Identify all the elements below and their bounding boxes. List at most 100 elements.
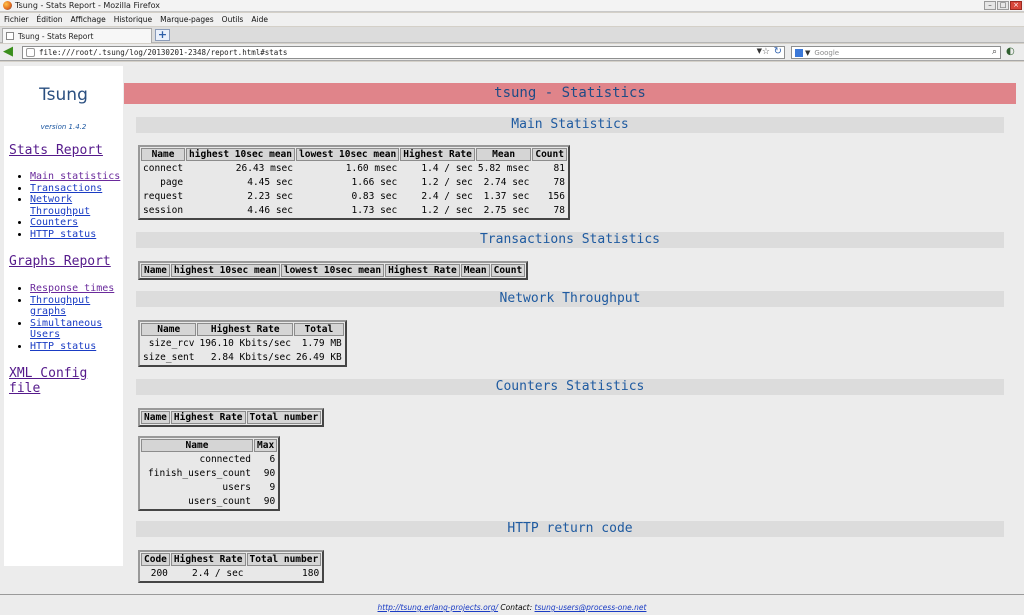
throughput-graphs-link[interactable]: Throughput xyxy=(30,295,90,306)
tab-stats-report[interactable]: Tsung - Stats Report xyxy=(2,28,152,43)
window-controls: – □ × xyxy=(984,1,1022,10)
back-arrow-icon[interactable]: ◀ xyxy=(3,45,17,59)
menu-outils[interactable]: Outils xyxy=(222,15,244,24)
xml-config-line2[interactable]: file xyxy=(9,381,40,396)
menu-marque-pages[interactable]: Marque-pages xyxy=(160,15,214,24)
cell: 78 xyxy=(553,205,565,216)
cell: page xyxy=(160,177,184,188)
table-header-row: Name Highest Rate Total number xyxy=(141,411,322,424)
response-times-link[interactable]: Response times xyxy=(30,283,114,294)
cell: users xyxy=(222,482,251,493)
col-highest-rate: Highest Rate xyxy=(400,148,475,161)
xml-config-link[interactable]: XML Config file xyxy=(9,366,87,396)
cell: 1.2 / sec xyxy=(421,205,473,216)
col-total-number: Total number xyxy=(246,553,322,566)
url-bar[interactable]: file:///root/.tsung/log/20130201-2348/re… xyxy=(22,46,785,59)
main-panel: tsung - Statistics Main Statistics Name … xyxy=(124,62,1024,603)
cell: 81 xyxy=(553,163,565,174)
cell: 90 xyxy=(263,468,276,479)
http-status-graph-link[interactable]: HTTP status xyxy=(30,341,96,352)
col-name: Name xyxy=(141,148,186,161)
search-placeholder[interactable]: Google xyxy=(814,49,839,57)
table-header-row: Name Highest Rate Total xyxy=(141,323,344,336)
search-box[interactable]: ▼ Google ⌕ xyxy=(791,46,1001,59)
simultaneous-users-link[interactable]: Simultaneous xyxy=(30,318,102,329)
cell: 180 xyxy=(302,568,320,579)
throughput-link[interactable]: Throughput xyxy=(30,206,90,217)
table-row: connect 26.43 msec 1.60 msec 1.4 / sec 5… xyxy=(141,162,567,175)
col-total-number: Total number xyxy=(246,411,322,424)
network-throughput-heading: Network Throughput xyxy=(136,291,1004,307)
table-row: users 9 xyxy=(141,481,277,494)
main-statistics-link[interactable]: Main statistics xyxy=(30,171,120,182)
cell: 9 xyxy=(269,482,276,493)
google-icon[interactable] xyxy=(795,48,803,57)
menu-affichage[interactable]: Affichage xyxy=(70,15,105,24)
cell: 2.84 Kbits/sec xyxy=(210,352,291,363)
table-row: size_sent 2.84 Kbits/sec 26.49 KB xyxy=(141,351,344,364)
menu-edition[interactable]: Édition xyxy=(37,15,63,24)
cell: finish_users_count xyxy=(148,468,251,479)
table-header-row: Code Highest Rate Total number xyxy=(141,553,322,566)
cell: 1.79 MB xyxy=(301,338,342,349)
col-count: Count xyxy=(490,264,526,277)
col-highest-rate: Highest Rate xyxy=(385,264,460,277)
cell: size_rcv xyxy=(148,338,195,349)
maximize-icon[interactable]: □ xyxy=(997,1,1009,10)
menu-historique[interactable]: Historique xyxy=(114,15,152,24)
list-item: Counters xyxy=(30,217,120,229)
table-row: users_count 90 xyxy=(141,495,277,508)
throughput-graphs-link-2[interactable]: graphs xyxy=(30,306,66,317)
transactions-link[interactable]: Transactions xyxy=(30,183,102,194)
simultaneous-users-link-2[interactable]: Users xyxy=(30,329,60,340)
table-row: session 4.46 sec 1.73 sec 1.2 / sec 2.75… xyxy=(141,204,567,217)
graphs-report-link[interactable]: Graphs Report xyxy=(9,254,111,269)
tsung-website-link[interactable]: http://tsung.erlang-projects.org/ xyxy=(378,603,499,612)
table-header-row: Name Max xyxy=(141,439,278,452)
col-name: Name xyxy=(141,323,197,336)
cell: 2.74 sec xyxy=(483,177,530,188)
page-icon xyxy=(6,32,14,40)
cell: connected xyxy=(199,454,251,465)
network-link[interactable]: Network xyxy=(30,194,72,205)
cell: 26.43 msec xyxy=(235,163,293,174)
cell: size_sent xyxy=(143,352,195,363)
stats-links-list: Main statistics Transactions NetworkThro… xyxy=(20,171,120,241)
http-status-link[interactable]: HTTP status xyxy=(30,229,96,240)
cell: 156 xyxy=(547,191,565,202)
menu-bar: Fichier Édition Affichage Historique Mar… xyxy=(0,13,1024,26)
new-tab-button[interactable]: + xyxy=(155,29,170,41)
menu-aide[interactable]: Aide xyxy=(251,15,268,24)
col-mean: Mean xyxy=(475,148,532,161)
stats-report-link[interactable]: Stats Report xyxy=(9,143,103,158)
close-icon[interactable]: × xyxy=(1010,1,1022,10)
menu-fichier[interactable]: Fichier xyxy=(4,15,29,24)
contact-email-link[interactable]: tsung-users@process-one.net xyxy=(535,603,647,612)
col-lowest-10sec-mean: lowest 10sec mean xyxy=(296,148,400,161)
col-name: Name xyxy=(141,439,253,452)
counters-link[interactable]: Counters xyxy=(30,217,78,228)
col-total: Total xyxy=(294,323,344,336)
col-code: Code xyxy=(141,553,170,566)
list-item: SimultaneousUsers xyxy=(30,318,114,341)
bookmark-star-icon[interactable]: ☆ xyxy=(762,47,770,57)
cell: 4.46 sec xyxy=(247,205,293,216)
cell: 1.73 sec xyxy=(351,205,398,216)
col-highest-rate: Highest Rate xyxy=(170,411,246,424)
extension-icon[interactable]: ◐ xyxy=(1006,46,1020,59)
minimize-icon[interactable]: – xyxy=(984,1,996,10)
list-item: Throughputgraphs xyxy=(30,295,114,318)
engine-dropdown-icon[interactable]: ▼ xyxy=(805,49,810,57)
table-row: connected 6 xyxy=(141,453,277,466)
xml-config-line1[interactable]: XML Config xyxy=(9,366,87,381)
reload-icon[interactable]: ↻ xyxy=(774,46,782,57)
cell: connect xyxy=(143,163,184,174)
network-table: Name Highest Rate Total size_rcv 196.10 … xyxy=(138,320,347,367)
search-icon[interactable]: ⌕ xyxy=(992,47,997,57)
list-item: Response times xyxy=(30,283,114,295)
url-text[interactable]: file:///root/.tsung/log/20130201-2348/re… xyxy=(39,48,287,57)
cell: 1.4 / sec xyxy=(421,163,473,174)
table-header-row: Name highest 10sec mean lowest 10sec mea… xyxy=(141,264,526,277)
sidebar: Tsung version 1.4.2 Stats Report Main st… xyxy=(4,66,123,566)
cell: 1.37 sec xyxy=(483,191,530,202)
